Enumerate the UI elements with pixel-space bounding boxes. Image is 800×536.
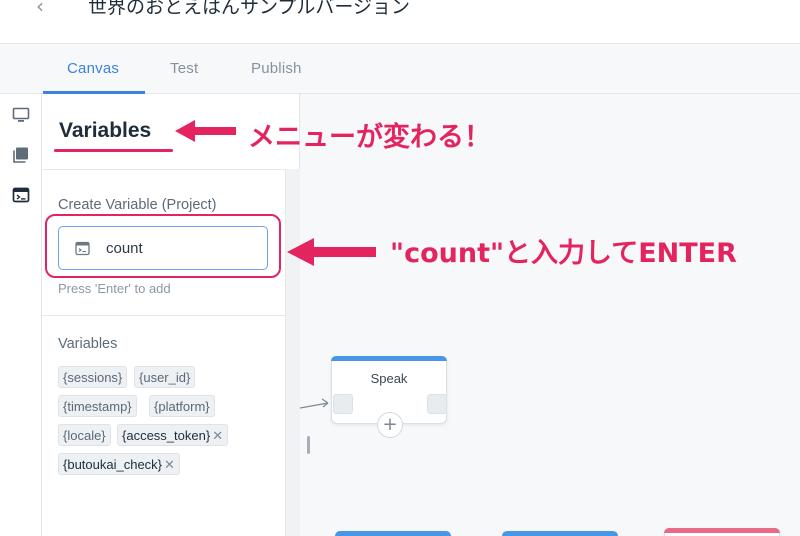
annotation-enter-count: "count"と入力してENTER <box>390 238 737 269</box>
annotation-arrow-icon <box>175 120 236 142</box>
annotation-arrow-icon <box>287 238 376 266</box>
annotation-menu-change: メニューが変わる！ <box>248 122 491 153</box>
